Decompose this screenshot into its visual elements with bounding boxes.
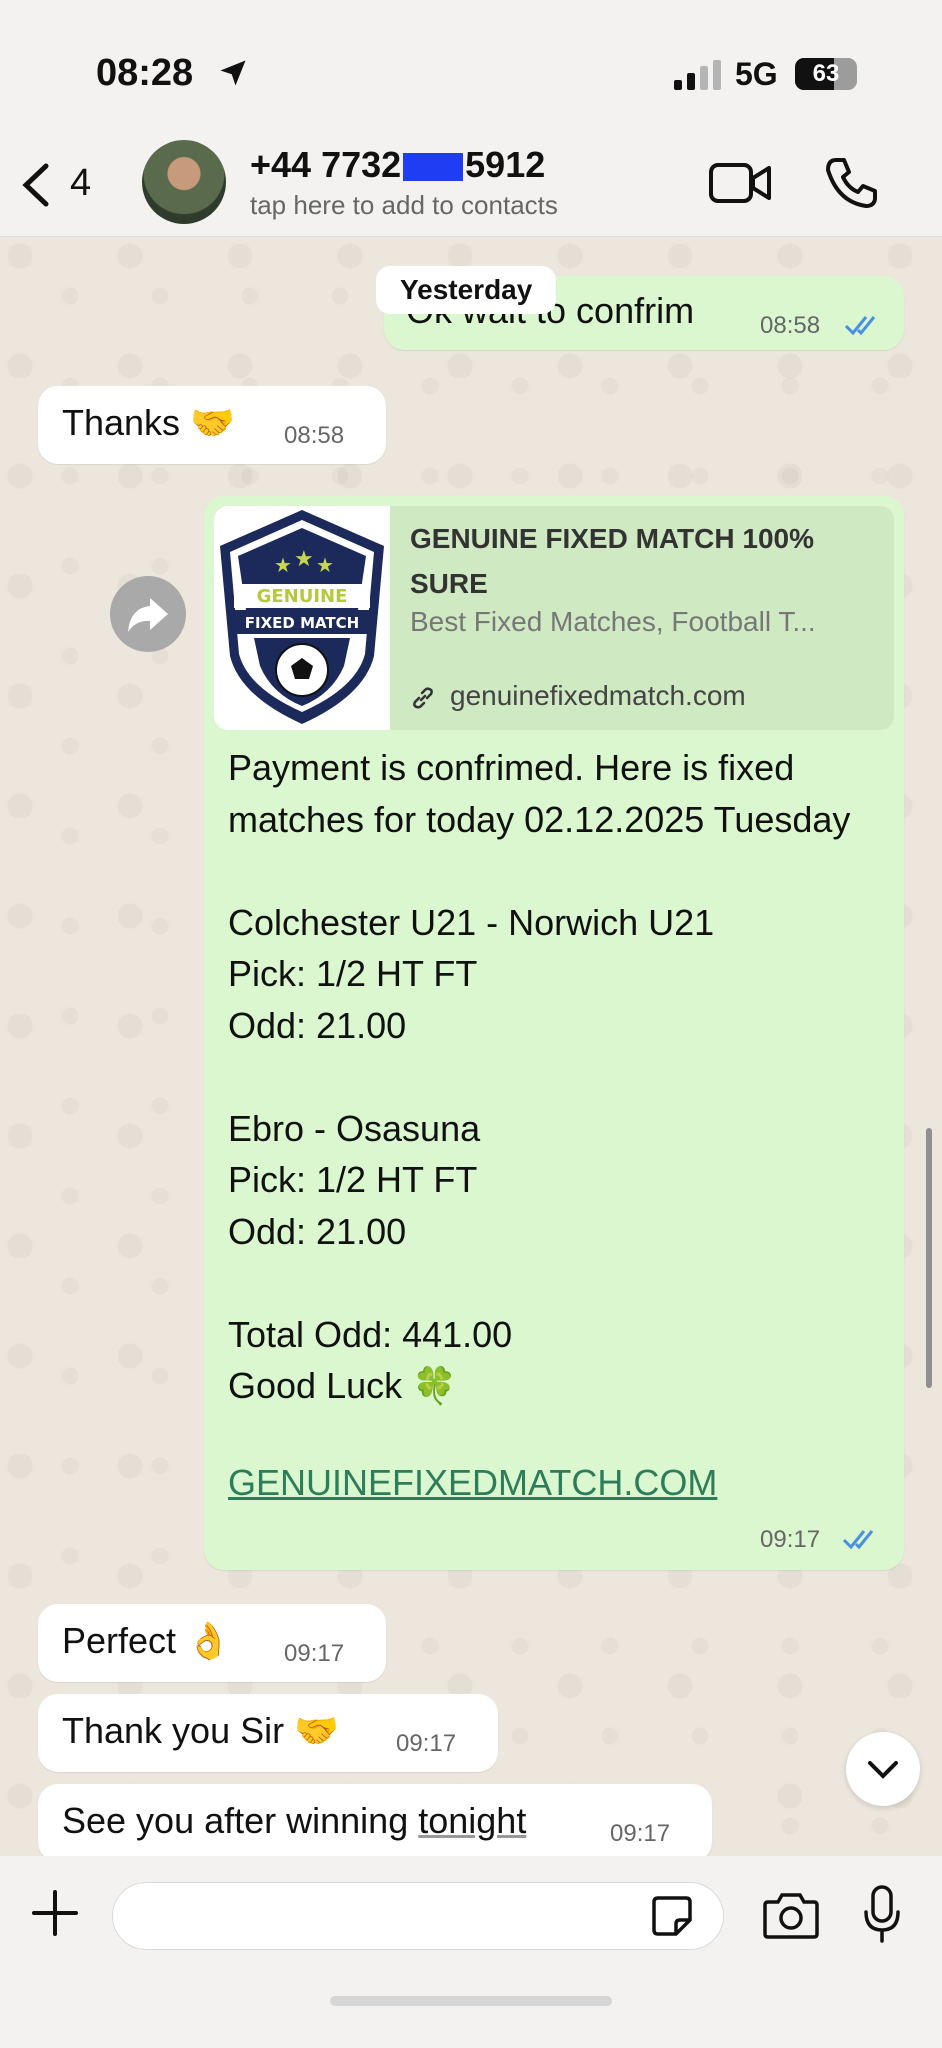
status-bar: 08:28 5G 63 — [0, 0, 942, 140]
message-text-underlined[interactable]: tonight — [418, 1800, 526, 1841]
message-bubble-incoming[interactable]: Thank you Sir 🤝 09:17 — [38, 1694, 498, 1772]
site-logo: ★ ★ ★ GENUINE FIXED MATCH — [214, 506, 390, 730]
message-text: Thank you Sir 🤝 — [62, 1710, 339, 1751]
preview-description: Best Fixed Matches, Football T... — [410, 606, 816, 637]
location-arrow-icon — [220, 60, 246, 86]
scroll-down-button[interactable] — [846, 1732, 920, 1806]
svg-text:★: ★ — [274, 553, 292, 577]
message-time: 09:17 — [284, 1640, 345, 1667]
battery-level: 63 — [812, 60, 840, 87]
home-indicator — [330, 1996, 612, 2006]
message-time: 08:58 — [760, 312, 821, 339]
battery-indicator: 63 — [795, 58, 857, 90]
message-text-start: See you after winning — [62, 1800, 419, 1841]
scrollbar[interactable] — [926, 1128, 932, 1388]
preview-domain-text: genuinefixedmatch.com — [450, 680, 746, 711]
message-time: 09:17 — [760, 1526, 821, 1553]
sticker-icon[interactable] — [650, 1894, 694, 1938]
message-link[interactable]: GENUINEFIXEDMATCH.COM — [228, 1462, 717, 1504]
network-type: 5G — [735, 56, 778, 92]
date-separator: Yesterday — [376, 266, 557, 314]
mic-icon[interactable] — [862, 1884, 902, 1944]
shield-logo-icon: ★ ★ ★ GENUINE FIXED MATCH — [220, 510, 384, 724]
back-chevron-icon[interactable] — [16, 160, 56, 210]
signal-icon — [674, 60, 721, 90]
unread-count[interactable]: 4 — [70, 162, 91, 205]
link-preview-card[interactable]: ★ ★ ★ GENUINE FIXED MATCH GENUINE FIXED … — [214, 506, 894, 730]
video-call-icon[interactable] — [708, 160, 772, 206]
preview-domain: genuinefixedmatch.com — [410, 680, 746, 712]
preview-title: GENUINE FIXED MATCH 100% SURE — [410, 523, 814, 599]
message-time: 09:17 — [610, 1820, 671, 1847]
chevron-down-icon — [868, 1761, 898, 1779]
message-input[interactable] — [112, 1882, 724, 1950]
forward-button[interactable] — [110, 576, 186, 652]
link-icon — [413, 687, 433, 709]
message-text: See you after winning tonight — [62, 1800, 526, 1842]
message-text: Thanks 🤝 — [62, 402, 235, 443]
logo-text-top: GENUINE — [257, 586, 348, 607]
message-text: Payment is confrimed. Here is fixed matc… — [228, 747, 851, 1406]
forward-icon — [128, 598, 168, 632]
input-bar — [0, 1856, 942, 2048]
message-text: Perfect 👌 — [62, 1620, 231, 1661]
status-time: 08:28 — [96, 52, 194, 94]
message-time: 09:17 — [396, 1730, 457, 1757]
phone-icon[interactable] — [822, 154, 880, 212]
read-ticks-icon — [844, 316, 876, 336]
contact-number-end: 5912 — [465, 144, 546, 185]
camera-icon[interactable] — [762, 1890, 820, 1940]
contact-number-start: +44 7732 — [250, 144, 402, 185]
plus-icon[interactable] — [30, 1888, 80, 1938]
message-bubble-incoming[interactable]: Perfect 👌 09:17 — [38, 1604, 386, 1682]
svg-text:★: ★ — [294, 547, 314, 572]
contact-name[interactable]: +44 7732 5912 — [250, 144, 545, 186]
message-bubble-incoming[interactable]: See you after winning tonight 09:17 — [38, 1784, 712, 1862]
svg-text:★: ★ — [316, 553, 334, 577]
logo-text-bottom: FIXED MATCH — [245, 614, 359, 632]
redaction-box — [403, 153, 464, 182]
message-time: 08:58 — [284, 422, 345, 449]
read-ticks-icon — [842, 1530, 874, 1550]
avatar[interactable] — [142, 140, 226, 224]
message-bubble-incoming[interactable]: Thanks 🤝 08:58 — [38, 386, 386, 464]
contact-subtitle[interactable]: tap here to add to contacts — [250, 190, 558, 221]
chat-header: 4 +44 7732 5912 tap here to add to contac… — [0, 130, 942, 237]
